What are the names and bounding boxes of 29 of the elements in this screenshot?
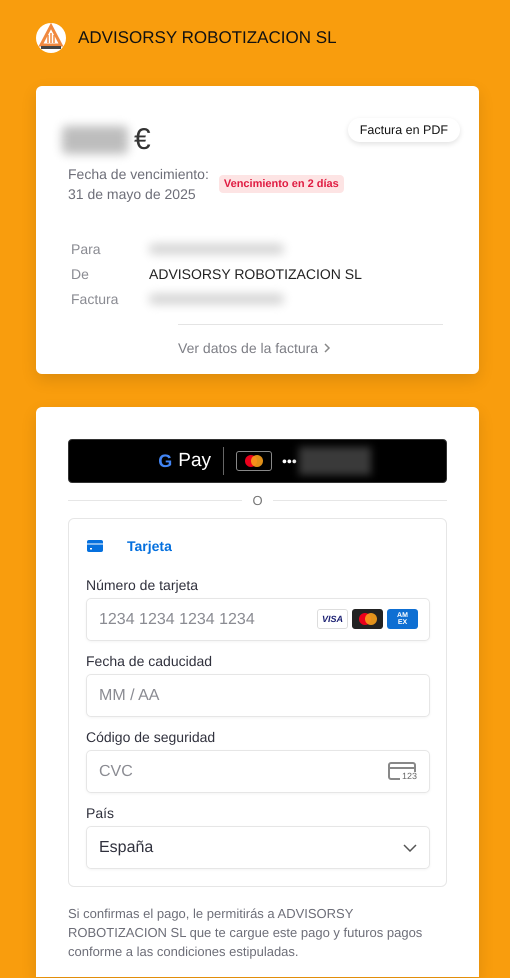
detail-label: De	[71, 265, 90, 283]
chevron-right-icon	[323, 342, 332, 354]
field-label: Número de tarjeta	[86, 577, 200, 593]
detail-label: Factura	[71, 290, 120, 308]
due-label: Fecha de vencimiento:	[68, 165, 209, 184]
visa-icon: VISA	[317, 609, 348, 629]
details-link[interactable]: Ver datos de la factura	[178, 340, 332, 356]
payment-method-tab[interactable]: Tarjeta	[86, 535, 430, 557]
field-label: Código de seguridad	[86, 729, 216, 745]
cvc-card-icon: 123	[388, 762, 416, 780]
logo-icon	[36, 23, 66, 53]
detail-label: Para	[71, 240, 102, 258]
pdf-button[interactable]: Factura en PDF	[348, 118, 460, 142]
due-badge: Vencimiento en 2 días	[218, 175, 344, 193]
detail-value: ADVISORSY ROBOTIZACION SL	[149, 265, 362, 283]
country-select[interactable]: España	[86, 826, 430, 869]
caret-down-icon	[403, 844, 417, 852]
company-name: ADVISORSY ROBOTIZACION SL	[78, 28, 337, 48]
credit-card-icon	[86, 539, 104, 553]
google-pay-button[interactable]: G Pay •••	[68, 439, 447, 483]
currency-symbol: €	[134, 123, 151, 157]
mastercard-icon	[352, 609, 383, 629]
separator-text: O	[252, 493, 263, 508]
due-date: 31 de mayo de 2025	[68, 185, 197, 204]
expiry-field[interactable]: MM / AA	[86, 674, 430, 717]
field-label: Fecha de caducidad	[86, 653, 214, 669]
consent-text: Si confirmas el pago, le permitirás a ADVISORSY ROBOTIZACION SL que te cargue este pago y futuros pagos conforme a las condiciones estipuladas.	[68, 905, 424, 961]
mastercard-icon	[236, 451, 272, 471]
field-label: País	[86, 805, 116, 821]
